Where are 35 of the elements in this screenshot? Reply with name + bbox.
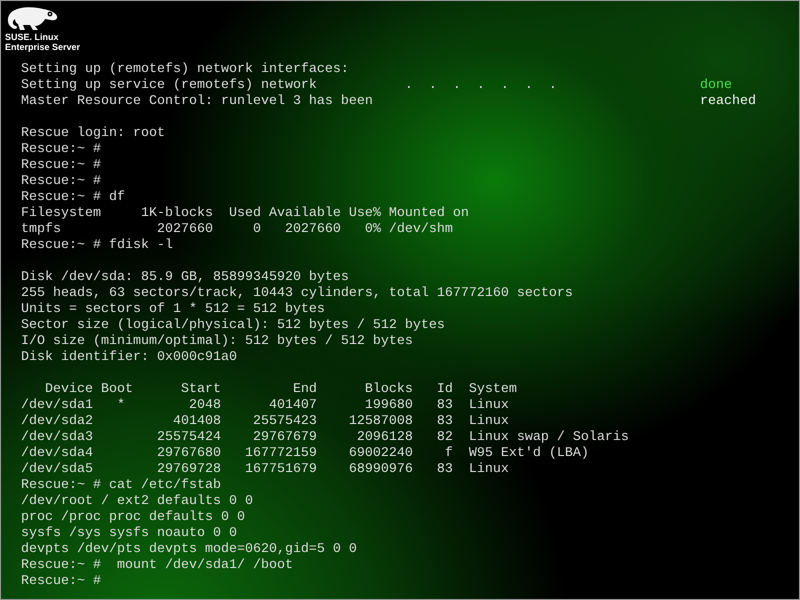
- console-line: proc /proc proc defaults 0 0: [21, 510, 245, 525]
- chameleon-logo-icon: [5, 5, 59, 31]
- console-line: Setting up service (remotefs) network . . . . . . .: [21, 78, 557, 93]
- console-line: I/O size (minimum/optimal): 512 bytes / 512 bytes: [21, 334, 413, 349]
- console-line: Rescue:~ #: [21, 174, 101, 189]
- logo-text: Enterprise Server: [5, 42, 80, 52]
- console-line: /dev/sda2 401408 25575423 12587008 83 Linux: [21, 414, 509, 429]
- console-line: tmpfs 2027660 0 2027660 0% /dev/shm: [21, 222, 453, 237]
- console-line: Setting up (remotefs) network interfaces:: [21, 62, 349, 77]
- console-line: /dev/sda5 29769728 167751679 68990976 83 Linux: [21, 462, 509, 477]
- console-line: Filesystem 1K-blocks Used Available Use% Mounted on: [21, 206, 469, 221]
- console-line: Disk /dev/sda: 85.9 GB, 85899345920 bytes: [21, 270, 349, 285]
- console-line: Rescue:~ # df: [21, 190, 125, 205]
- console-line: Master Resource Control: runlevel 3 has been: [21, 94, 373, 109]
- console-line: Rescue:~ #: [21, 158, 101, 173]
- console-line: Device Boot Start End Blocks Id System: [44, 382, 517, 397]
- status-text: done: [700, 78, 732, 94]
- console-line: Rescue login: root: [21, 126, 165, 141]
- console-line: Rescue:~ # mount /dev/sda1/ /boot: [21, 558, 293, 573]
- console-line: Sector size (logical/physical): 512 bytes / 512 bytes: [21, 318, 445, 333]
- console-line: Rescue:~ # cat /etc/fstab: [21, 478, 221, 493]
- console-line: /dev/sda4 29767680 167772159 69002240 f W95 Ext'd (LBA): [21, 446, 589, 461]
- console-line: /dev/sda1 * 2048 401407 199680 83 Linux: [21, 398, 509, 413]
- console-line: devpts /dev/pts devpts mode=0620,gid=5 0 0: [21, 542, 357, 557]
- console-line: /dev/root / ext2 defaults 0 0: [21, 494, 253, 509]
- console-line: sysfs /sys sysfs noauto 0 0: [21, 526, 237, 541]
- logo-text: SUSE. Linux: [5, 32, 60, 42]
- console-line: 255 heads, 63 sectors/track, 10443 cylinders, total 167772160 sectors: [21, 286, 573, 301]
- console-line: Rescue:~ # fdisk -l: [21, 238, 173, 253]
- console-line: /dev/sda3 25575424 29767679 2096128 82 Linux swap / Solaris: [21, 430, 629, 445]
- console-line: Rescue:~ #: [21, 142, 101, 157]
- status-text: reached: [700, 94, 756, 110]
- console-line: Disk identifier: 0x000c91a0: [21, 350, 237, 365]
- console-line: Units = sectors of 1 * 512 = 512 bytes: [21, 302, 325, 317]
- console-line: Rescue:~ #: [21, 574, 101, 589]
